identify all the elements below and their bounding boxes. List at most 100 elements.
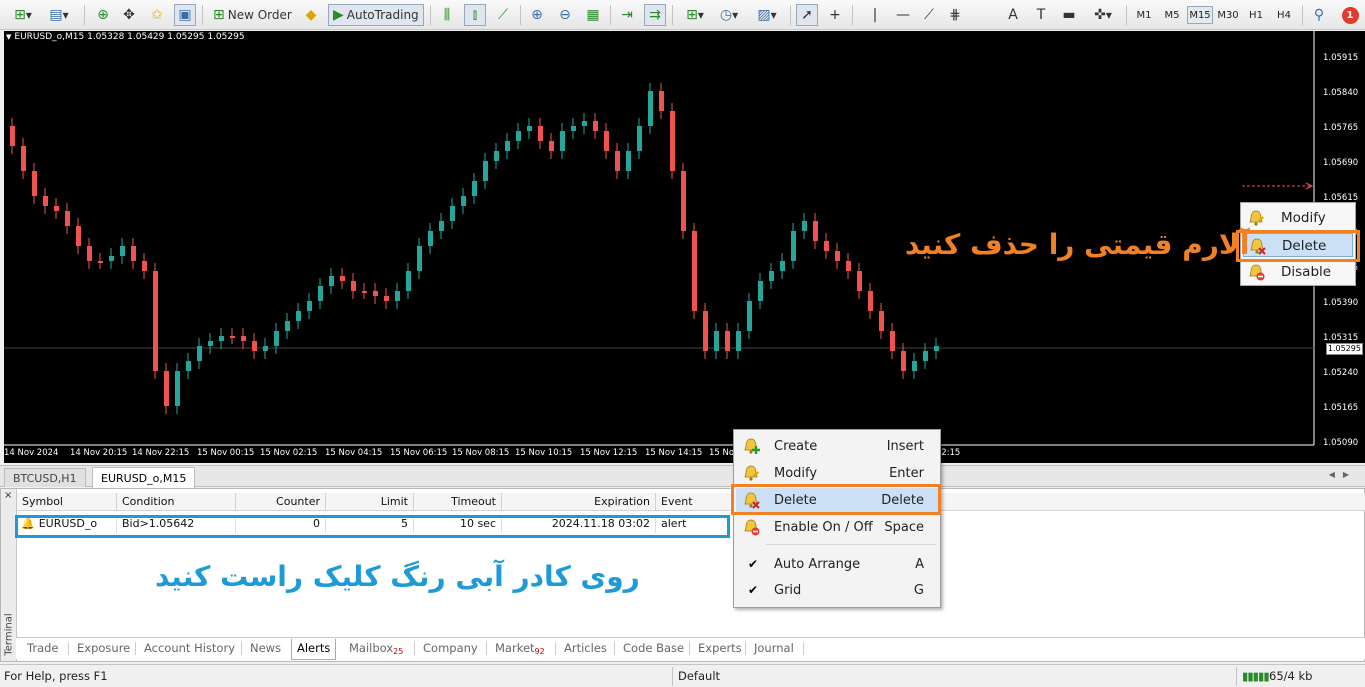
current-price-tag: 1.05295: [1325, 343, 1363, 355]
tab-company[interactable]: Company: [418, 639, 483, 659]
notification-count: 1: [1341, 6, 1359, 24]
tab-exposure[interactable]: Exposure: [72, 639, 135, 659]
chart-shift-icon[interactable]: ⇥: [616, 4, 638, 26]
bar-chart-icon[interactable]: ⫼: [436, 4, 458, 26]
tab-code-base[interactable]: Code Base: [618, 639, 689, 659]
candlestick: [879, 303, 884, 339]
candlestick: [560, 123, 565, 159]
tile-windows-icon[interactable]: ▦: [582, 4, 604, 26]
metaeditor-icon[interactable]: ◆: [300, 4, 322, 26]
terminal-window-icon[interactable]: ▣: [174, 4, 196, 26]
tab-mailbox[interactable]: Mailbox25: [344, 639, 408, 659]
candlestick: [802, 213, 807, 239]
new-chart-icon[interactable]: ⊞ ▾: [8, 4, 38, 26]
market-watch-icon[interactable]: ⊕: [92, 4, 114, 26]
col-event[interactable]: Event: [656, 493, 736, 511]
horizontal-line-icon[interactable]: —: [892, 4, 914, 26]
connection-bars-icon[interactable]: ▮▮▮▮▮: [1242, 669, 1270, 683]
chart-menu-disable[interactable]: Disable: [1243, 260, 1353, 284]
tab-articles[interactable]: Articles: [559, 639, 612, 659]
candlestick: [98, 253, 103, 269]
mailbox-badge: 25: [393, 647, 404, 656]
col-limit[interactable]: Limit: [326, 493, 414, 511]
candlestick: [769, 263, 774, 289]
alerts-context-menu: Create Insert Modify Enter Delete Delete…: [733, 429, 941, 608]
new-order-label: New Order: [227, 8, 292, 22]
tab-articles-label: Articles: [564, 641, 607, 655]
vertical-line-icon[interactable]: |: [864, 4, 886, 26]
col-symbol[interactable]: Symbol: [17, 493, 117, 511]
tab-experts[interactable]: Experts: [693, 639, 747, 659]
text-icon[interactable]: A: [1002, 4, 1024, 26]
shapes-icon[interactable]: ▬: [1058, 4, 1080, 26]
candlestick: [857, 263, 862, 299]
menu-modify[interactable]: Modify Enter: [736, 461, 938, 485]
tab-alerts[interactable]: Alerts: [291, 639, 337, 660]
candlestick: [54, 198, 59, 219]
new-order-button[interactable]: ⊞ New Order: [208, 4, 297, 26]
menu-grid-shortcut: G: [913, 582, 924, 598]
timeframe-h1[interactable]: H1: [1243, 6, 1269, 24]
fibonacci-icon[interactable]: ⋕: [944, 4, 966, 26]
crosshair-icon[interactable]: +: [824, 4, 846, 26]
candlestick: [406, 263, 411, 299]
chart-menu-modify[interactable]: Modify: [1243, 206, 1353, 230]
tab-news[interactable]: News: [245, 639, 286, 659]
autoscroll-icon[interactable]: ⇉: [644, 4, 666, 26]
timeframe-m1[interactable]: M1: [1131, 6, 1157, 24]
menu-auto-arrange[interactable]: ✔ Auto Arrange A: [736, 552, 938, 576]
arrows-icon[interactable]: ✜ ▾: [1088, 4, 1118, 26]
col-timeout[interactable]: Timeout: [414, 493, 502, 511]
tab-trade[interactable]: Trade: [22, 639, 64, 659]
candlestick: [241, 328, 246, 349]
indicators-icon[interactable]: ⊞ ▾: [680, 4, 710, 26]
periods-clock-icon[interactable]: ◷ ▾: [714, 4, 744, 26]
timeframe-h4[interactable]: H4: [1271, 6, 1297, 24]
bell-edit-icon: [742, 464, 760, 482]
line-chart-icon[interactable]: ⟋: [492, 4, 514, 26]
search-icon[interactable]: ⚲: [1308, 4, 1330, 26]
zoom-in-icon[interactable]: ⊕: [526, 4, 548, 26]
candlestick: [153, 263, 158, 379]
candlestick: [824, 233, 829, 259]
text-label-icon[interactable]: T: [1030, 4, 1052, 26]
tab-journal[interactable]: Journal: [749, 639, 799, 659]
menu-grid[interactable]: ✔ Grid G: [736, 578, 938, 602]
timeframe-m30[interactable]: M30: [1215, 6, 1241, 24]
time-tick-label: 15 Nov 04:15: [325, 448, 383, 458]
trendline-icon[interactable]: ⟋: [918, 4, 940, 26]
zoom-out-icon[interactable]: ⊖: [554, 4, 576, 26]
candlestick: [87, 238, 92, 269]
close-icon[interactable]: ×: [4, 490, 12, 501]
candlestick: [681, 163, 686, 239]
notification-badge[interactable]: 1: [1340, 4, 1360, 26]
templates-icon[interactable]: ▨ ▾: [752, 4, 782, 26]
tab-market[interactable]: Market92: [490, 639, 550, 659]
candlestick: [131, 238, 136, 269]
bell-toggle-icon: [742, 518, 760, 536]
cursor-icon[interactable]: ➚: [796, 4, 818, 26]
navigator-star-icon[interactable]: ✩: [146, 4, 168, 26]
crosshair-move-icon[interactable]: ✥: [118, 4, 140, 26]
timeframe-m5[interactable]: M5: [1159, 6, 1185, 24]
profiles-icon[interactable]: ▤ ▾: [44, 4, 74, 26]
chart-dropdown-icon[interactable]: ▼: [6, 33, 11, 41]
traffic-text: 65/4 kb: [1269, 669, 1313, 683]
price-tick-label: 1.05390: [1323, 298, 1359, 308]
timeframe-m15[interactable]: M15: [1187, 6, 1213, 24]
col-expiration[interactable]: Expiration: [502, 493, 656, 511]
chart-tab-btcusd[interactable]: BTCUSD,H1: [4, 468, 86, 487]
menu-create[interactable]: Create Insert: [736, 434, 938, 458]
time-tick-label: 14 Nov 22:15: [132, 448, 190, 458]
chart-tab-eurusd[interactable]: EURUSD_o,M15: [92, 467, 196, 488]
autotrading-button[interactable]: ▶ AutoTrading: [328, 4, 424, 26]
col-condition[interactable]: Condition: [117, 493, 236, 511]
candlestick: [164, 363, 169, 414]
candlestick: [65, 203, 70, 234]
candlestick-icon[interactable]: ⫾: [464, 4, 486, 26]
tab-account-history[interactable]: Account History: [139, 639, 240, 659]
candlestick: [461, 188, 466, 214]
col-counter[interactable]: Counter: [236, 493, 326, 511]
menu-enable-toggle[interactable]: Enable On / Off Space: [736, 515, 938, 539]
tab-scroll-arrows[interactable]: ◀▶: [1329, 470, 1357, 479]
